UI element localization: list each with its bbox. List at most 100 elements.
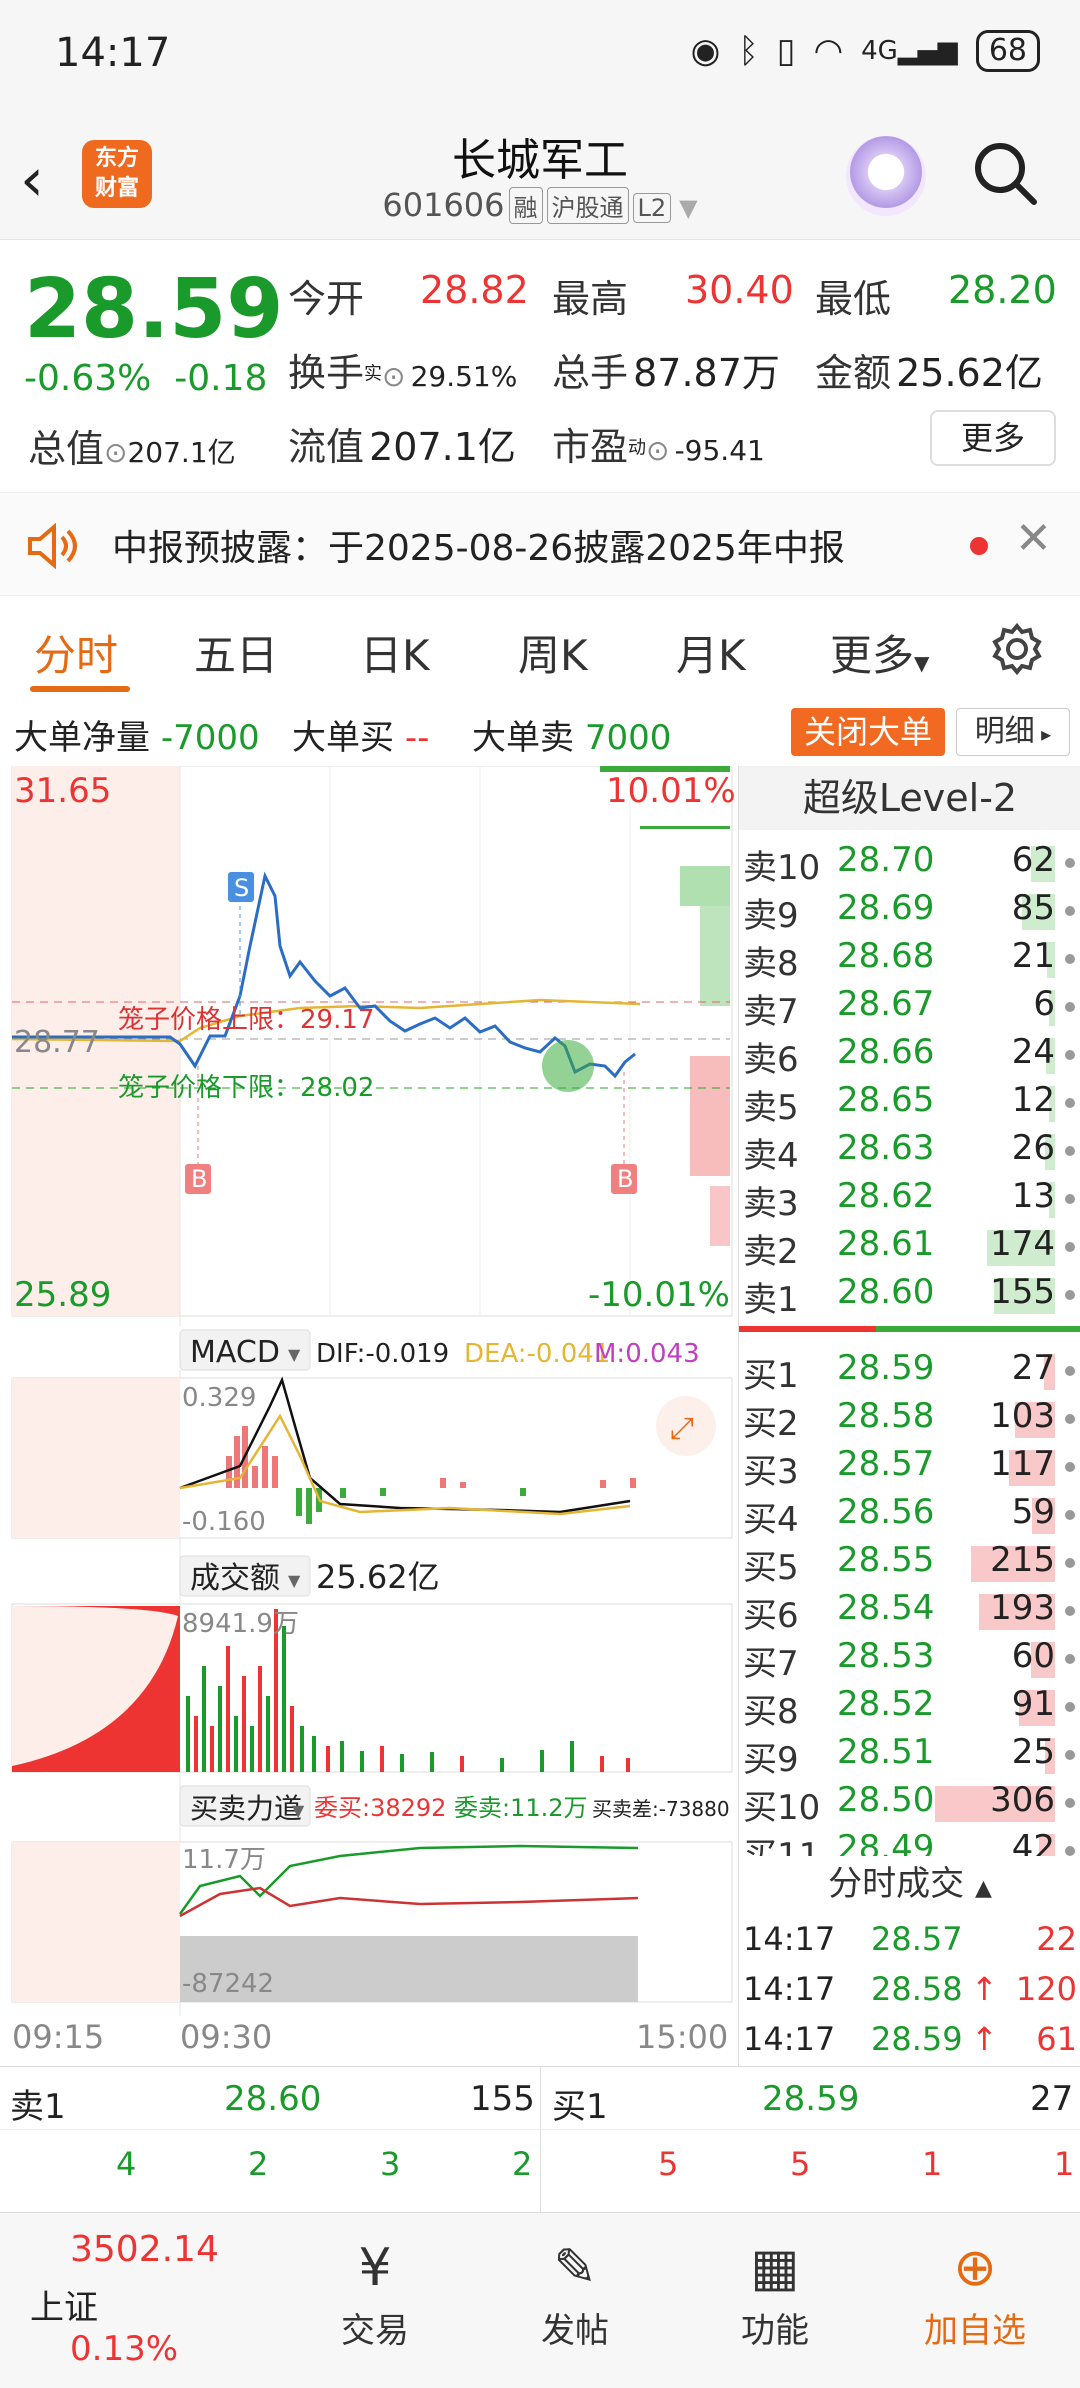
status-dot (1065, 1558, 1075, 1568)
bid-price: 28.57 (837, 1444, 935, 1484)
sell-marker[interactable]: S (234, 874, 249, 902)
macd-label[interactable]: MACD (190, 1335, 280, 1370)
buy-marker-2[interactable]: B (617, 1165, 633, 1193)
tick-vol: 61 (1036, 2020, 1077, 2058)
turnover-sup: 实 (364, 363, 383, 385)
bottom-sell-price: 28.60 (224, 2079, 322, 2119)
tag-l2: L2 (632, 193, 672, 223)
bid-vol: 91 (1011, 1684, 1055, 1724)
nav-trade[interactable]: ¥ 交易 (300, 2233, 450, 2352)
bid-row[interactable]: 买7 28.53 60 (739, 1636, 1080, 1684)
ask-row[interactable]: 卖4 28.63 26 (739, 1128, 1080, 1176)
dea-value: DEA:-0.041 (464, 1339, 610, 1369)
ask-row[interactable]: 卖2 28.61 174 (739, 1224, 1080, 1272)
ask-row[interactable]: 卖9 28.69 85 (739, 888, 1080, 936)
buy-queue-value: 5 (658, 2145, 679, 2183)
level2-title[interactable]: 超级Level-2 (739, 766, 1080, 830)
max-price-label: 31.65 (14, 771, 111, 811)
level2-panel[interactable]: 超级Level-2 卖10 28.70 62 卖9 28.69 85 卖8 28.68 21 卖7… (738, 766, 1080, 2066)
tab-daily-k[interactable]: 日K (360, 622, 430, 683)
bid-label: 买4 (743, 1500, 799, 1540)
pe-sup: 动 (628, 437, 647, 459)
high-label: 最高 (552, 277, 629, 321)
ask-row[interactable]: 卖3 28.62 13 (739, 1176, 1080, 1224)
bid-row[interactable]: 买4 28.56 59 (739, 1492, 1080, 1540)
more-button[interactable]: 更多 (930, 410, 1056, 466)
bid-price: 28.56 (837, 1492, 935, 1532)
float-line: 流值 207.1亿 (288, 416, 516, 471)
tab-five-day[interactable]: 五日 (194, 622, 278, 683)
intraday-chart-area[interactable]: S B B 31.65 10.01% 25.89 -10.01% 28.77 笼… (0, 765, 736, 2066)
tab-intraday[interactable]: 分时 (34, 622, 118, 683)
index-pct: 0.13% (70, 2329, 179, 2369)
status-dot (1065, 1366, 1075, 1376)
tab-more[interactable]: 更多▼ (830, 622, 929, 683)
ticks-header[interactable]: 分时成交 ▲ (739, 1856, 1080, 1916)
book-divider (739, 1326, 1080, 1332)
mcap-value: 207.1亿 (127, 436, 236, 469)
ask-vol: 12 (1011, 1080, 1055, 1120)
status-dot (1065, 1462, 1075, 1472)
ask-vol: 174 (990, 1224, 1055, 1264)
force-label[interactable]: 买卖力道 (190, 1792, 302, 1825)
close-icon[interactable]: ✕ (1015, 513, 1052, 564)
status-dot (1065, 1098, 1075, 1108)
nav-functions[interactable]: ▦ 功能 (700, 2233, 850, 2352)
search-icon[interactable] (970, 138, 1040, 208)
high-value: 30.40 (685, 268, 794, 312)
ask-row[interactable]: 卖8 28.68 21 (739, 936, 1080, 984)
bid-row[interactable]: 买6 28.54 193 (739, 1588, 1080, 1636)
tab-weekly-k[interactable]: 周K (518, 622, 588, 683)
bid-row[interactable]: 买3 28.57 117 (739, 1444, 1080, 1492)
prev-close-label: 28.77 (14, 1025, 100, 1060)
gear-icon[interactable] (990, 622, 1044, 676)
quote-panel: 28.59 -0.63% -0.18 总值⊙207.1亿 今开 28.82 最高… (0, 240, 1080, 490)
detail-button[interactable]: 明细 ▸ (956, 708, 1070, 756)
tab-monthly-k[interactable]: 月K (676, 622, 746, 683)
ask-row[interactable]: 卖7 28.67 6 (739, 984, 1080, 1032)
sell-queue-value: 3 (380, 2145, 401, 2183)
buy-marker-1[interactable]: B (191, 1165, 207, 1193)
notice-bar[interactable]: 中报预披露：于2025-08-26披露2025年中报 ✕ (0, 492, 1080, 596)
tick-row: 14:17 28.59 ↑ 61 (739, 2020, 1080, 2070)
tick-time: 14:17 (743, 1920, 836, 1958)
ask-row[interactable]: 卖5 28.65 12 (739, 1080, 1080, 1128)
sell-queue-value: 4 (116, 2145, 137, 2183)
amount-max-label: 8941.9万 (182, 1609, 299, 1639)
amount-label[interactable]: 成交额 (190, 1561, 280, 1596)
big-buy-label: 大单买 (292, 718, 394, 758)
ask-vol: 85 (1011, 888, 1055, 928)
tick-price: 28.58 (871, 1970, 963, 2008)
dif-value: DIF:-0.019 (316, 1339, 449, 1369)
yen-icon: ¥ (358, 2238, 392, 2298)
bid-vol: 103 (990, 1396, 1055, 1436)
bid-vol: 193 (990, 1588, 1055, 1628)
close-big-order-button[interactable]: 关闭大单 (791, 708, 945, 756)
ask-price: 28.67 (837, 984, 935, 1024)
bid-price: 28.53 (837, 1636, 935, 1676)
bid-price: 28.58 (837, 1396, 935, 1436)
time-end: 15:00 (636, 2018, 728, 2056)
nav-post[interactable]: ✎ 发帖 (500, 2233, 650, 2352)
bottom-nav: 3502.14 上证0.13% ¥ 交易 ✎ 发帖 ▦ 功能 ⊕ 加自选 (0, 2212, 1080, 2388)
open-value: 28.82 (420, 268, 529, 312)
status-dot (1065, 1798, 1075, 1808)
turnover-value: 29.51% (410, 360, 518, 393)
index-widget[interactable]: 3502.14 上证0.13% (30, 2229, 240, 2369)
ask-row[interactable]: 卖1 28.60 155 (739, 1272, 1080, 1320)
nav-add-watchlist[interactable]: ⊕ 加自选 (900, 2233, 1050, 2352)
bid-row[interactable]: 买5 28.55 215 (739, 1540, 1080, 1588)
force-buy: 委买:38292 (314, 1794, 446, 1822)
bid-row[interactable]: 买10 28.50 306 (739, 1780, 1080, 1828)
ticks-title: 分时成交 (828, 1864, 965, 1904)
macd-bottom-label: -0.160 (182, 1507, 266, 1537)
bid-row[interactable]: 买8 28.52 91 (739, 1684, 1080, 1732)
ask-vol: 21 (1011, 936, 1055, 976)
ask-row[interactable]: 卖6 28.66 24 (739, 1032, 1080, 1080)
bid-vol: 60 (1011, 1636, 1055, 1676)
bid-row[interactable]: 买1 28.59 27 (739, 1348, 1080, 1396)
ask-row[interactable]: 卖10 28.70 62 (739, 840, 1080, 888)
assistant-robot-icon[interactable] (846, 136, 926, 216)
bid-row[interactable]: 买2 28.58 103 (739, 1396, 1080, 1444)
bid-row[interactable]: 买9 28.51 25 (739, 1732, 1080, 1780)
